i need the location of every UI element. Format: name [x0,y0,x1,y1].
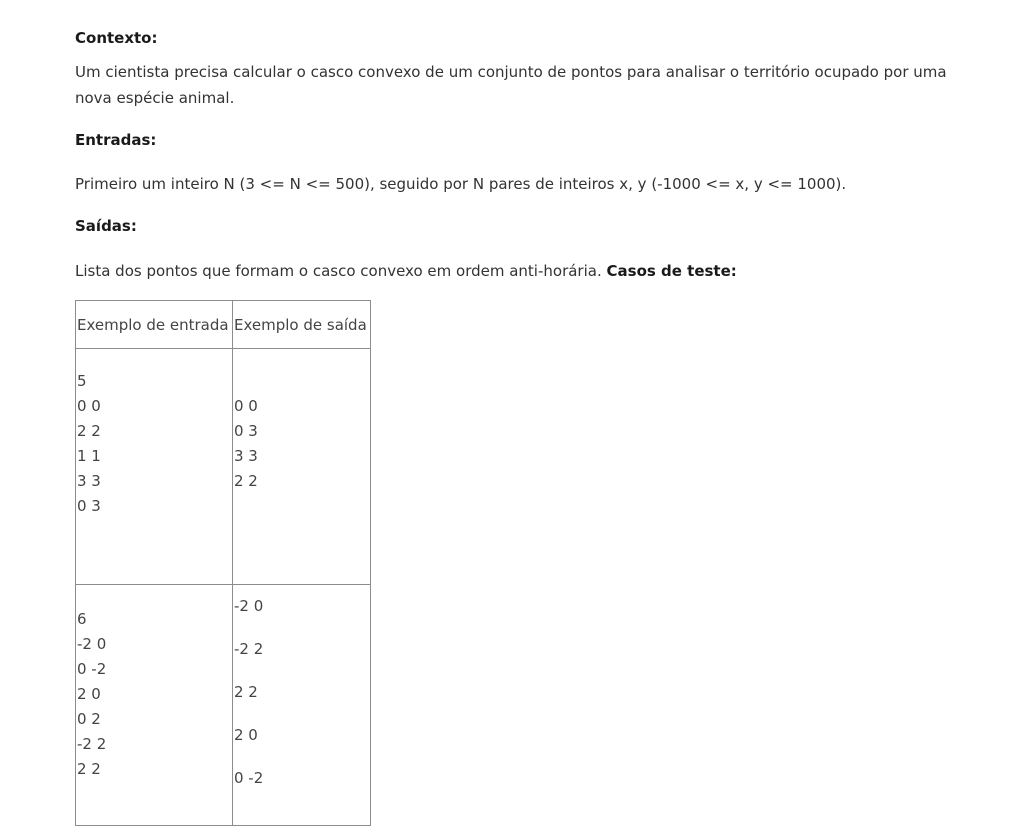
input-line: 2 2 [77,760,101,778]
input-line: 1 1 [77,447,101,465]
test-cases-table: Exemplo de entrada Exemplo de saída 5 0 … [75,300,371,826]
header-output: Exemplo de saída [232,300,371,349]
example-input-2: 6 -2 0 0 -2 2 0 0 2 -2 2 2 2 [75,584,233,826]
output-line: 2 2 [234,472,258,490]
context-heading: Contexto: [75,29,158,47]
example-output-2: -2 0 -2 2 2 2 2 0 0 -2 [232,584,371,826]
output-line: 2 0 [234,726,258,744]
output-line: 0 3 [234,422,258,440]
output-line: 0 -2 [234,769,264,787]
outputs-heading: Saídas: [75,217,137,235]
input-line: -2 0 [77,635,107,653]
output-line: 0 0 [234,397,258,415]
output-line: -2 0 [234,597,264,615]
table-row: 5 0 0 2 2 1 1 3 3 0 3 0 0 0 3 3 3 2 2 [75,348,371,585]
output-line: 2 2 [234,683,258,701]
outputs-text: Lista dos pontos que formam o casco conv… [75,262,602,280]
table-row: 6 -2 0 0 -2 2 0 0 2 -2 2 2 2 -2 0 -2 2 2… [75,584,371,826]
test-cases-heading: Casos de teste: [606,262,737,280]
input-line: 6 [77,610,87,628]
input-line: -2 2 [77,735,107,753]
header-input: Exemplo de entrada [75,300,233,349]
input-line: 0 3 [77,497,101,515]
table-header-row: Exemplo de entrada Exemplo de saída [75,300,371,349]
input-line: 2 0 [77,685,101,703]
inputs-heading: Entradas: [75,131,157,149]
output-line: 3 3 [234,447,258,465]
input-line: 0 -2 [77,660,107,678]
example-input-1: 5 0 0 2 2 1 1 3 3 0 3 [75,348,233,585]
example-output-1: 0 0 0 3 3 3 2 2 [232,348,371,585]
input-line: 0 2 [77,710,101,728]
input-line: 0 0 [77,397,101,415]
output-line: -2 2 [234,640,264,658]
input-line: 2 2 [77,422,101,440]
input-line: 5 [77,372,87,390]
context-text: Um cientista precisa calcular o casco co… [75,63,947,107]
outputs-paragraph: Lista dos pontos que formam o casco conv… [75,258,975,284]
input-line: 3 3 [77,472,101,490]
inputs-text: Primeiro um inteiro N (3 <= N <= 500), s… [75,175,847,193]
